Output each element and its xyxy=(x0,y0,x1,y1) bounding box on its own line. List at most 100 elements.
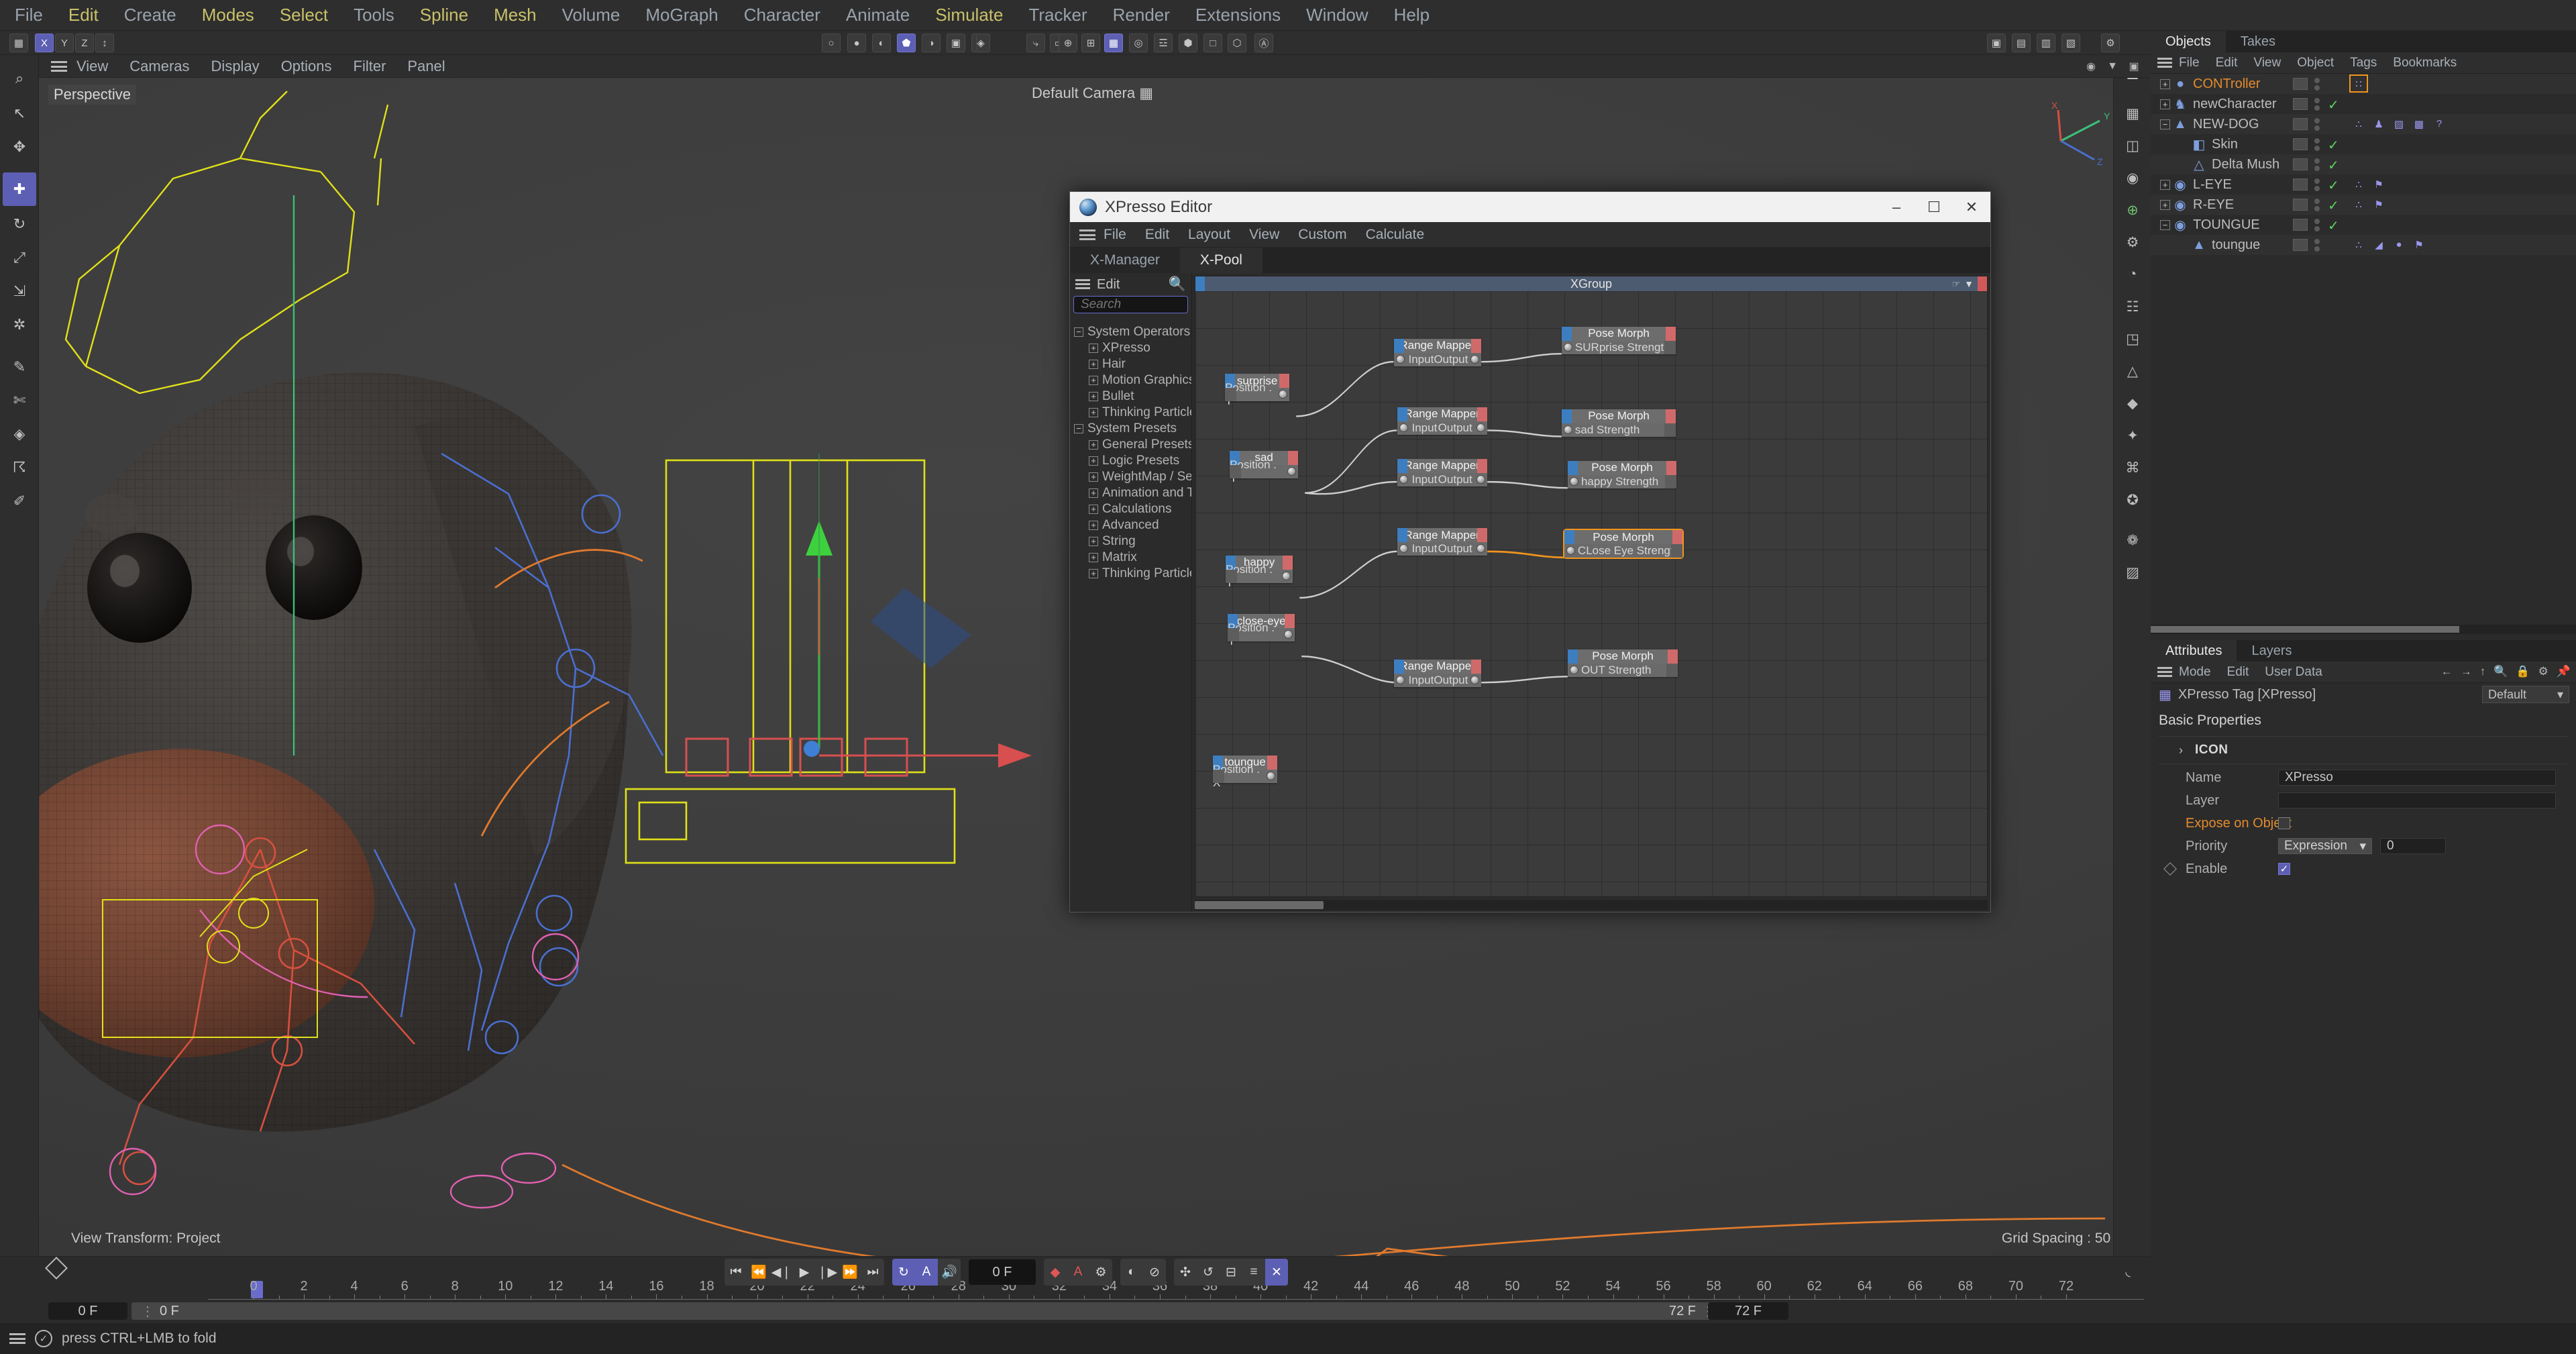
pool-tree-item[interactable]: + Matrix xyxy=(1070,550,1191,566)
toolbar-button-0[interactable]: ▦ xyxy=(9,34,28,52)
node-input-stub[interactable] xyxy=(1561,409,1572,423)
xpresso-menu-layout[interactable]: Layout xyxy=(1188,227,1230,243)
objects-horizontal-scrollbar[interactable] xyxy=(2151,625,2576,634)
toolbar-button-17[interactable]: ▦ xyxy=(1104,34,1123,52)
node-input-port[interactable] xyxy=(1399,423,1408,432)
pool-tree-item[interactable]: + String xyxy=(1070,533,1191,550)
visibility-dots[interactable] xyxy=(2314,98,2320,113)
attributes-menu-mode[interactable]: Mode xyxy=(2179,665,2211,680)
node-header[interactable]: Pose Morph xyxy=(1561,409,1676,423)
attribute-text-field[interactable] xyxy=(2278,792,2556,809)
hamburger-icon[interactable] xyxy=(2157,667,2172,677)
mode-button-1[interactable]: ⊘ xyxy=(1143,1259,1166,1286)
menu-select[interactable]: Select xyxy=(280,5,328,25)
menu-character[interactable]: Character xyxy=(744,5,820,25)
menu-mograph[interactable]: MoGraph xyxy=(645,5,718,25)
enabled-check-icon[interactable]: ✓ xyxy=(2328,197,2339,214)
hamburger-icon[interactable] xyxy=(2157,58,2172,68)
node-output-port[interactable] xyxy=(1267,771,1276,780)
xpresso-node[interactable]: Pose Morph OUT Strength xyxy=(1567,649,1678,677)
timeline-start-field[interactable]: 0 F xyxy=(48,1302,127,1320)
tree-expander-icon[interactable]: + xyxy=(2160,179,2170,190)
node-input-port[interactable] xyxy=(1566,546,1575,556)
xgroup-header[interactable]: XGroup ☞ ▼ xyxy=(1195,276,1987,291)
node-header[interactable]: Pose Morph xyxy=(1567,460,1677,475)
node-input-port[interactable] xyxy=(1395,354,1405,364)
tree-expander-icon[interactable]: − xyxy=(1074,424,1083,433)
enabled-check-icon[interactable]: ✓ xyxy=(2328,97,2339,113)
toolbar-button-27[interactable]: ▧ xyxy=(2061,34,2080,52)
minimize-button[interactable]: – xyxy=(1878,192,1915,222)
right-strip-icon-12[interactable]: ⌘ xyxy=(2117,452,2148,483)
pose-morph-tag-icon[interactable]: ∴ xyxy=(2351,176,2367,192)
xpresso-graph-canvas[interactable]: XGroup ☞ ▼ surprise Position . sad Posit… xyxy=(1192,273,1990,912)
node-output-stub[interactable] xyxy=(1283,555,1293,570)
playback-button-1[interactable]: ⏪ xyxy=(747,1259,770,1286)
node-input-stub[interactable] xyxy=(1397,528,1407,543)
keyframe-diamond-icon[interactable] xyxy=(2163,862,2177,876)
toolbar-button-20[interactable]: ⬢ xyxy=(1179,34,1197,52)
menu-window[interactable]: Window xyxy=(1306,5,1368,25)
visibility-dots[interactable] xyxy=(2314,239,2320,254)
node-output-stub[interactable] xyxy=(1672,530,1683,545)
loop-toggle-1[interactable]: A xyxy=(915,1259,938,1286)
tree-expander-icon[interactable]: + xyxy=(1089,456,1098,466)
xpresso-node[interactable]: Pose Morph sad Strength xyxy=(1561,409,1676,437)
tree-expander-icon[interactable] xyxy=(2179,160,2189,170)
object-row[interactable]: + ◉ L-EYE ✓ ∴ ⚑ xyxy=(2151,174,2576,195)
xpresso-node[interactable]: close-eyePosition . Y xyxy=(1228,614,1295,647)
pool-tree-item[interactable]: + Calculations xyxy=(1070,501,1191,517)
timeline-curve-button[interactable]: ◟ xyxy=(2117,1262,2139,1281)
extra-button-0[interactable]: ✣ xyxy=(1174,1259,1197,1286)
toolbar-button-3[interactable]: Z xyxy=(75,34,94,52)
left-tool-8[interactable]: ✎ xyxy=(3,350,36,384)
tree-expander-icon[interactable]: + xyxy=(1089,360,1098,369)
node-input-stub[interactable] xyxy=(1564,530,1574,545)
viewport-menu-display[interactable]: Display xyxy=(211,58,260,75)
maximize-button[interactable]: ☐ xyxy=(1915,192,1953,222)
left-tool-11[interactable]: ☈ xyxy=(3,451,36,484)
object-row[interactable]: − ▲ NEW-DOG ∴ ♟ ▨ ▩? xyxy=(2151,114,2576,134)
node-header[interactable]: Range Mapper xyxy=(1397,407,1487,421)
enabled-check-icon[interactable]: ✓ xyxy=(2328,217,2339,234)
node-output-port[interactable] xyxy=(1476,474,1485,484)
object-name[interactable]: Delta Mush xyxy=(2212,157,2279,172)
record-button-1[interactable]: A xyxy=(1067,1259,1089,1286)
loop-toggle-0[interactable]: ↻ xyxy=(892,1259,915,1286)
attribute-checkbox[interactable]: ✓ xyxy=(2278,863,2290,875)
xpresso-menu-view[interactable]: View xyxy=(1249,227,1279,243)
object-name[interactable]: NEW-DOG xyxy=(2193,117,2259,132)
xpresso-node[interactable]: Range Mapper Input Output xyxy=(1397,528,1487,556)
range-grip-left[interactable]: ⋮ xyxy=(141,1303,154,1320)
pool-tree-item[interactable]: + Advanced xyxy=(1070,517,1191,533)
menu-animate[interactable]: Animate xyxy=(846,5,910,25)
xgroup-collapse-icon[interactable]: ▼ xyxy=(1964,278,1974,290)
extra-button-2[interactable]: ⊟ xyxy=(1220,1259,1242,1286)
xpresso-node[interactable]: Pose Morph SURprise Strength xyxy=(1561,326,1676,354)
tree-expander-icon[interactable]: + xyxy=(1089,488,1098,498)
xpresso-node[interactable]: Range Mapper Input Output xyxy=(1397,458,1487,486)
node-input-port[interactable] xyxy=(1563,425,1572,434)
objects-menu-object[interactable]: Object xyxy=(2297,56,2334,70)
node-output-port[interactable] xyxy=(1476,544,1485,554)
node-output-port[interactable] xyxy=(1282,571,1291,580)
tree-expander-icon[interactable]: + xyxy=(1089,505,1098,514)
extra-button-1[interactable]: ↺ xyxy=(1197,1259,1220,1286)
right-strip-icon-10[interactable]: ◆ xyxy=(2117,388,2148,419)
tab-layers[interactable]: Layers xyxy=(2237,640,2306,662)
objects-menu-view[interactable]: View xyxy=(2253,56,2281,70)
node-output-stub[interactable] xyxy=(1285,614,1295,629)
tree-expander-icon[interactable]: + xyxy=(2160,99,2170,109)
visibility-dots[interactable] xyxy=(2314,78,2320,93)
playback-button-3[interactable]: ▶ xyxy=(793,1259,816,1286)
node-port-row[interactable]: CLose Eye Strength xyxy=(1564,544,1683,558)
object-row[interactable]: △ Delta Mush ✓ xyxy=(2151,154,2576,174)
object-row[interactable]: + ◉ R-EYE ✓ ∴ ⚑ xyxy=(2151,195,2576,215)
enabled-check-icon[interactable]: ✓ xyxy=(2328,137,2339,154)
tree-expander-icon[interactable] xyxy=(2179,240,2189,250)
right-strip-icon-11[interactable]: ✦ xyxy=(2117,420,2148,451)
xpresso-menu-file[interactable]: File xyxy=(1104,227,1126,243)
node-output-stub[interactable] xyxy=(1666,326,1676,341)
right-strip-icon-2[interactable]: ◫ xyxy=(2117,130,2148,161)
xpresso-node[interactable]: Range Mapper Input Output xyxy=(1393,659,1481,687)
